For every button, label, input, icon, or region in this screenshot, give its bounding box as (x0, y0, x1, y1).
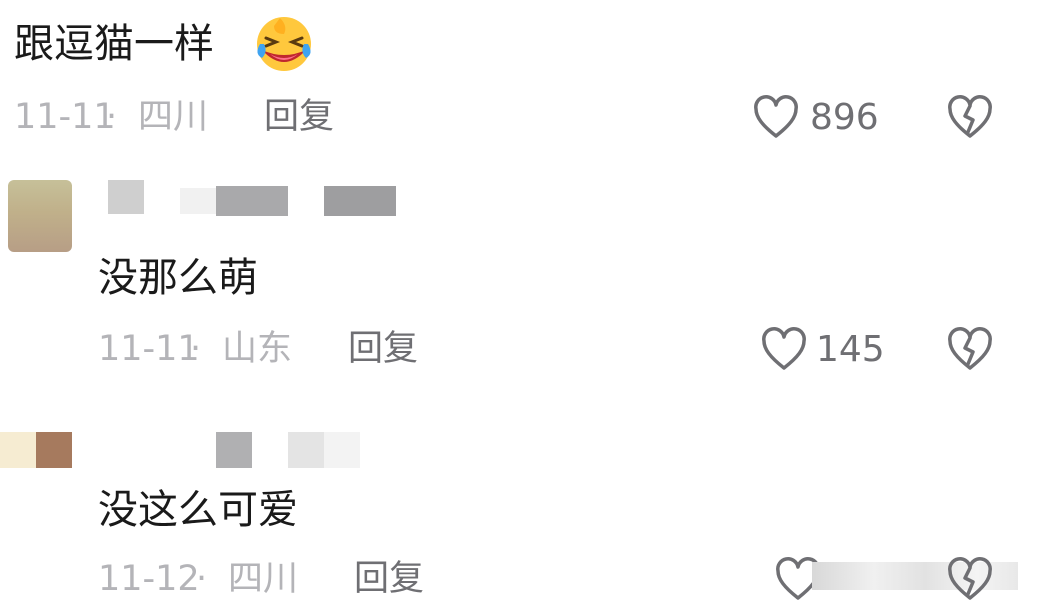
like-count: 145 (816, 329, 885, 370)
comment-date: 11-11 (14, 97, 116, 137)
avatar-blurred-part (36, 432, 72, 468)
heart-outline-icon (754, 95, 798, 138)
avatar[interactable] (8, 180, 72, 252)
like-count: 896 (810, 97, 879, 138)
username-blurred (288, 432, 324, 468)
heart-outline-icon (762, 327, 806, 370)
dislike-button[interactable] (946, 556, 994, 602)
broken-heart-icon (948, 557, 992, 600)
comment-text: 没那么萌 (98, 255, 258, 301)
username-blurred[interactable] (108, 180, 144, 214)
meta-separator: · (106, 97, 118, 137)
comment-text: 跟逗猫一样 (14, 21, 214, 67)
comment-location: 山东 (222, 329, 293, 369)
like-button[interactable] (752, 94, 800, 140)
broken-heart-icon (948, 327, 992, 370)
comment-location: 四川 (228, 559, 299, 599)
dislike-button[interactable] (946, 326, 994, 372)
username-blurred[interactable] (216, 432, 252, 468)
meta-separator: · (196, 559, 208, 599)
username-blurred (180, 188, 216, 214)
grinning-squint-tears-emoji-icon (254, 14, 314, 74)
username-blurred (216, 186, 288, 216)
comment-location: 四川 (138, 97, 209, 137)
dislike-button[interactable] (946, 94, 994, 140)
comment-date: 11-11 (98, 329, 200, 369)
comment-text: 没这么可爱 (98, 487, 298, 533)
broken-heart-icon (948, 95, 992, 138)
username-blurred (324, 186, 396, 216)
reply-button[interactable]: 回复 (264, 100, 334, 135)
username-blurred (324, 432, 360, 468)
reply-button[interactable]: 回复 (354, 562, 424, 597)
avatar[interactable] (0, 432, 36, 468)
reply-button[interactable]: 回复 (348, 332, 418, 367)
meta-separator: · (190, 329, 202, 369)
comment-date: 11-12 (98, 559, 200, 599)
like-button[interactable] (760, 326, 808, 372)
